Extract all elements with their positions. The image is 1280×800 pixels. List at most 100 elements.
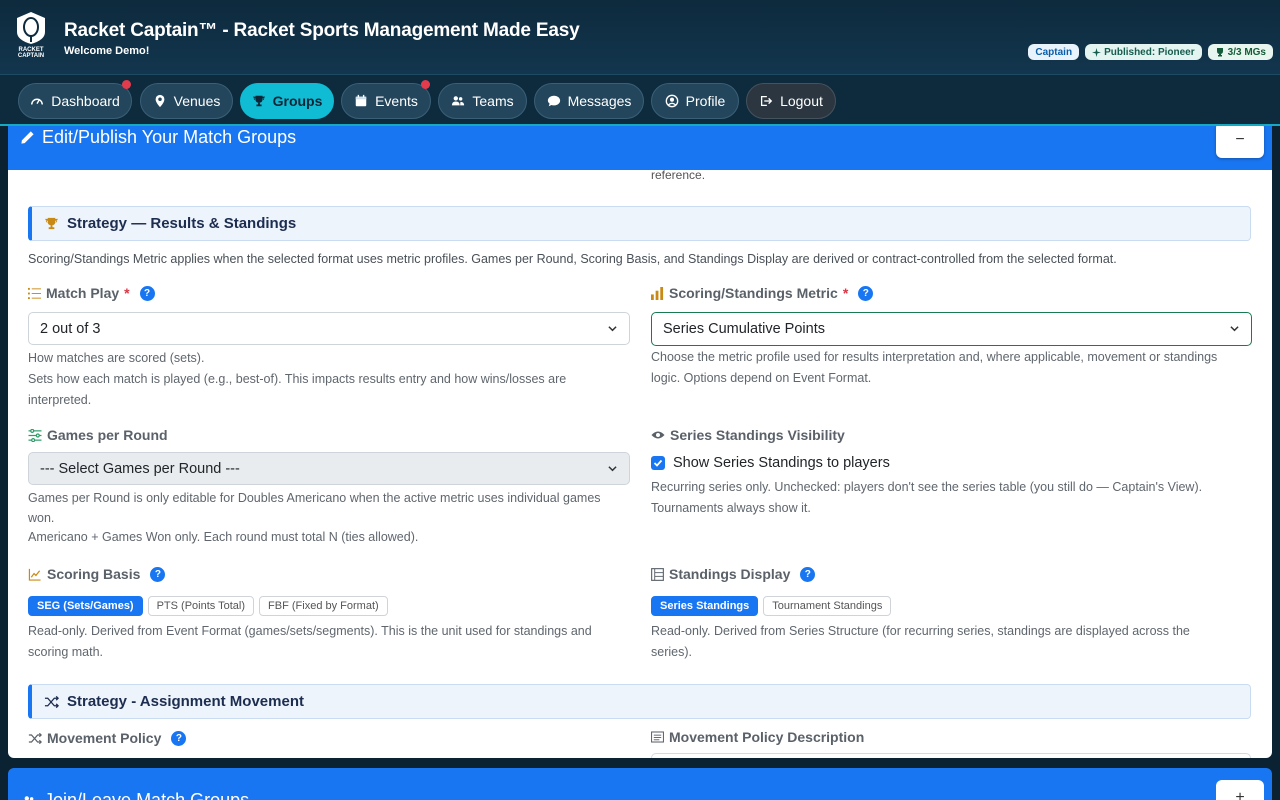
nav-events[interactable]: Events — [341, 80, 431, 119]
join-leave-card: Join/Leave Match Groups + — [8, 768, 1272, 800]
section-results-standings: Strategy — Results & Standings — [28, 206, 1251, 241]
movement-description-box[interactable] — [651, 753, 1251, 758]
metric-value: Series Cumulative Points — [663, 321, 825, 337]
help-line: Games per Round is only editable for Dou… — [28, 491, 601, 505]
join-leave-card-title: Join/Leave Match Groups — [22, 790, 249, 800]
line-chart-icon — [28, 568, 41, 581]
help-line: Americano + Games Won only. Each round m… — [28, 530, 419, 544]
card-title-label: Edit/Publish Your Match Groups — [42, 127, 297, 147]
app-header: RACKET CAPTAIN Racket Captain™ - Racket … — [0, 0, 1280, 74]
match-groups-badge-label: 3/3 MGs — [1227, 46, 1266, 58]
table-icon — [651, 567, 664, 581]
series-standings-checkbox[interactable] — [651, 456, 665, 470]
help-icon[interactable]: ? — [800, 566, 816, 582]
nav-venues-label: Venues — [173, 93, 221, 109]
scoring-basis-option-fbf: FBF (Fixed by Format) — [259, 596, 388, 616]
join-leave-title-text: Join/Leave Match Groups — [44, 790, 250, 800]
nav-groups[interactable]: Groups — [240, 83, 334, 119]
standings-display-option-tournament: Tournament Standings — [763, 596, 892, 616]
trophy-icon — [44, 217, 59, 230]
calendar-icon — [355, 94, 367, 107]
help-line: Sets how each match is played (e.g., bes… — [28, 372, 567, 386]
card-title: Edit/Publish Your Match Groups — [20, 127, 296, 148]
nav-groups-label: Groups — [272, 93, 323, 109]
checkmark-icon — [653, 459, 663, 467]
help-line: series). — [651, 645, 692, 659]
games-per-round-value: --- Select Games per Round --- — [40, 460, 240, 477]
nav-logout-label: Logout — [780, 93, 823, 109]
racket-captain-logo[interactable]: RACKET CAPTAIN — [12, 10, 50, 58]
reference-text: reference. — [651, 168, 706, 182]
standings-display-options: Series Standings Tournament Standings — [651, 596, 892, 616]
nav-logout[interactable]: Logout — [746, 83, 836, 119]
match-play-value: 2 out of 3 — [40, 320, 101, 337]
shuffle-icon — [44, 695, 59, 708]
standings-display-label: Standings Display ? — [651, 566, 816, 582]
people-icon — [24, 795, 34, 800]
help-line: Read-only. Derived from Series Structure… — [651, 624, 1190, 638]
main-nav: Dashboard Venues Groups Events Teams Mes… — [0, 74, 1280, 126]
sparkle-icon — [1092, 47, 1102, 57]
movement-description-label-text: Movement Policy Description — [669, 729, 865, 745]
match-play-label-text: Match Play — [46, 285, 120, 301]
sliders-icon — [28, 428, 42, 442]
help-line: Choose the metric profile used for resul… — [651, 350, 1218, 364]
nav-profile-label: Profile — [685, 93, 726, 109]
nav-messages-label: Messages — [567, 93, 632, 109]
logout-icon — [761, 95, 773, 107]
trophy-icon — [252, 95, 265, 107]
help-icon[interactable]: ? — [171, 730, 187, 746]
notification-dot — [122, 80, 131, 89]
match-groups-badge: 3/3 MGs — [1207, 44, 1273, 60]
published-badge: Published: Pioneer — [1085, 44, 1202, 60]
help-icon[interactable]: ? — [150, 566, 166, 582]
scoring-basis-label-text: Scoring Basis — [47, 566, 141, 582]
svg-text:CAPTAIN: CAPTAIN — [18, 53, 44, 58]
bar-chart-icon — [651, 286, 664, 300]
help-line: won. — [28, 510, 55, 525]
help-icon[interactable]: ? — [858, 285, 874, 301]
scoring-basis-help: Read-only. Derived from Event Format (ga… — [28, 621, 592, 663]
metric-label: Scoring/Standings Metric * ? — [651, 285, 874, 301]
required-marker: * — [124, 285, 130, 301]
movement-description-label: Movement Policy Description — [651, 729, 864, 745]
match-play-label: Match Play * ? — [28, 285, 155, 301]
help-line: How matches are scored (sets). — [28, 351, 205, 365]
required-marker: * — [842, 285, 849, 301]
collapse-button[interactable]: − — [1216, 126, 1264, 158]
help-line: Tournaments always show it. — [651, 501, 811, 515]
nav-dashboard[interactable]: Dashboard — [18, 80, 132, 119]
series-standings-checkbox-row[interactable]: Show Series Standings to players — [651, 455, 890, 471]
expand-button[interactable]: + — [1216, 780, 1264, 800]
nav-venues[interactable]: Venues — [140, 83, 233, 119]
map-pin-icon — [155, 94, 165, 108]
chat-icon — [547, 95, 560, 107]
role-badge: Captain — [1028, 44, 1080, 60]
eye-icon — [651, 431, 665, 439]
scoring-basis-options: SEG (Sets/Games) PTS (Points Total) FBF … — [28, 596, 388, 616]
nav-teams-label: Teams — [472, 93, 514, 109]
movement-policy-label-text: Movement Policy — [47, 730, 162, 746]
series-visibility-help: Recurring series only. Unchecked: player… — [651, 477, 1202, 519]
section-results-title: Strategy — Results & Standings — [67, 215, 297, 232]
card-header: Edit/Publish Your Match Groups − — [8, 126, 1272, 170]
section-assignment-movement: Strategy - Assignment Movement — [28, 684, 1251, 719]
nav-messages[interactable]: Messages — [534, 83, 644, 119]
chevron-down-icon — [608, 466, 617, 472]
match-play-select[interactable]: 2 out of 3 — [28, 312, 630, 345]
nav-events-label: Events — [375, 93, 418, 109]
edit-match-groups-card: Edit/Publish Your Match Groups − referen… — [8, 126, 1272, 758]
help-line: Recurring series only. Unchecked: player… — [651, 480, 1203, 494]
pencil-icon — [21, 131, 34, 144]
match-play-help: How matches are scored (sets). Sets how … — [28, 348, 566, 411]
nav-profile[interactable]: Profile — [651, 83, 739, 119]
movement-policy-label: Movement Policy ? — [28, 730, 187, 746]
nav-teams[interactable]: Teams — [438, 83, 527, 119]
help-icon[interactable]: ? — [139, 285, 155, 301]
metric-help: Choose the metric profile used for resul… — [651, 347, 1217, 389]
games-per-round-help: Games per Round is only editable for Dou… — [28, 489, 601, 548]
metric-select[interactable]: Series Cumulative Points — [651, 312, 1252, 346]
games-per-round-select[interactable]: --- Select Games per Round --- — [28, 452, 630, 485]
people-icon — [452, 96, 465, 106]
series-visibility-label: Series Standings Visibility — [651, 427, 845, 443]
